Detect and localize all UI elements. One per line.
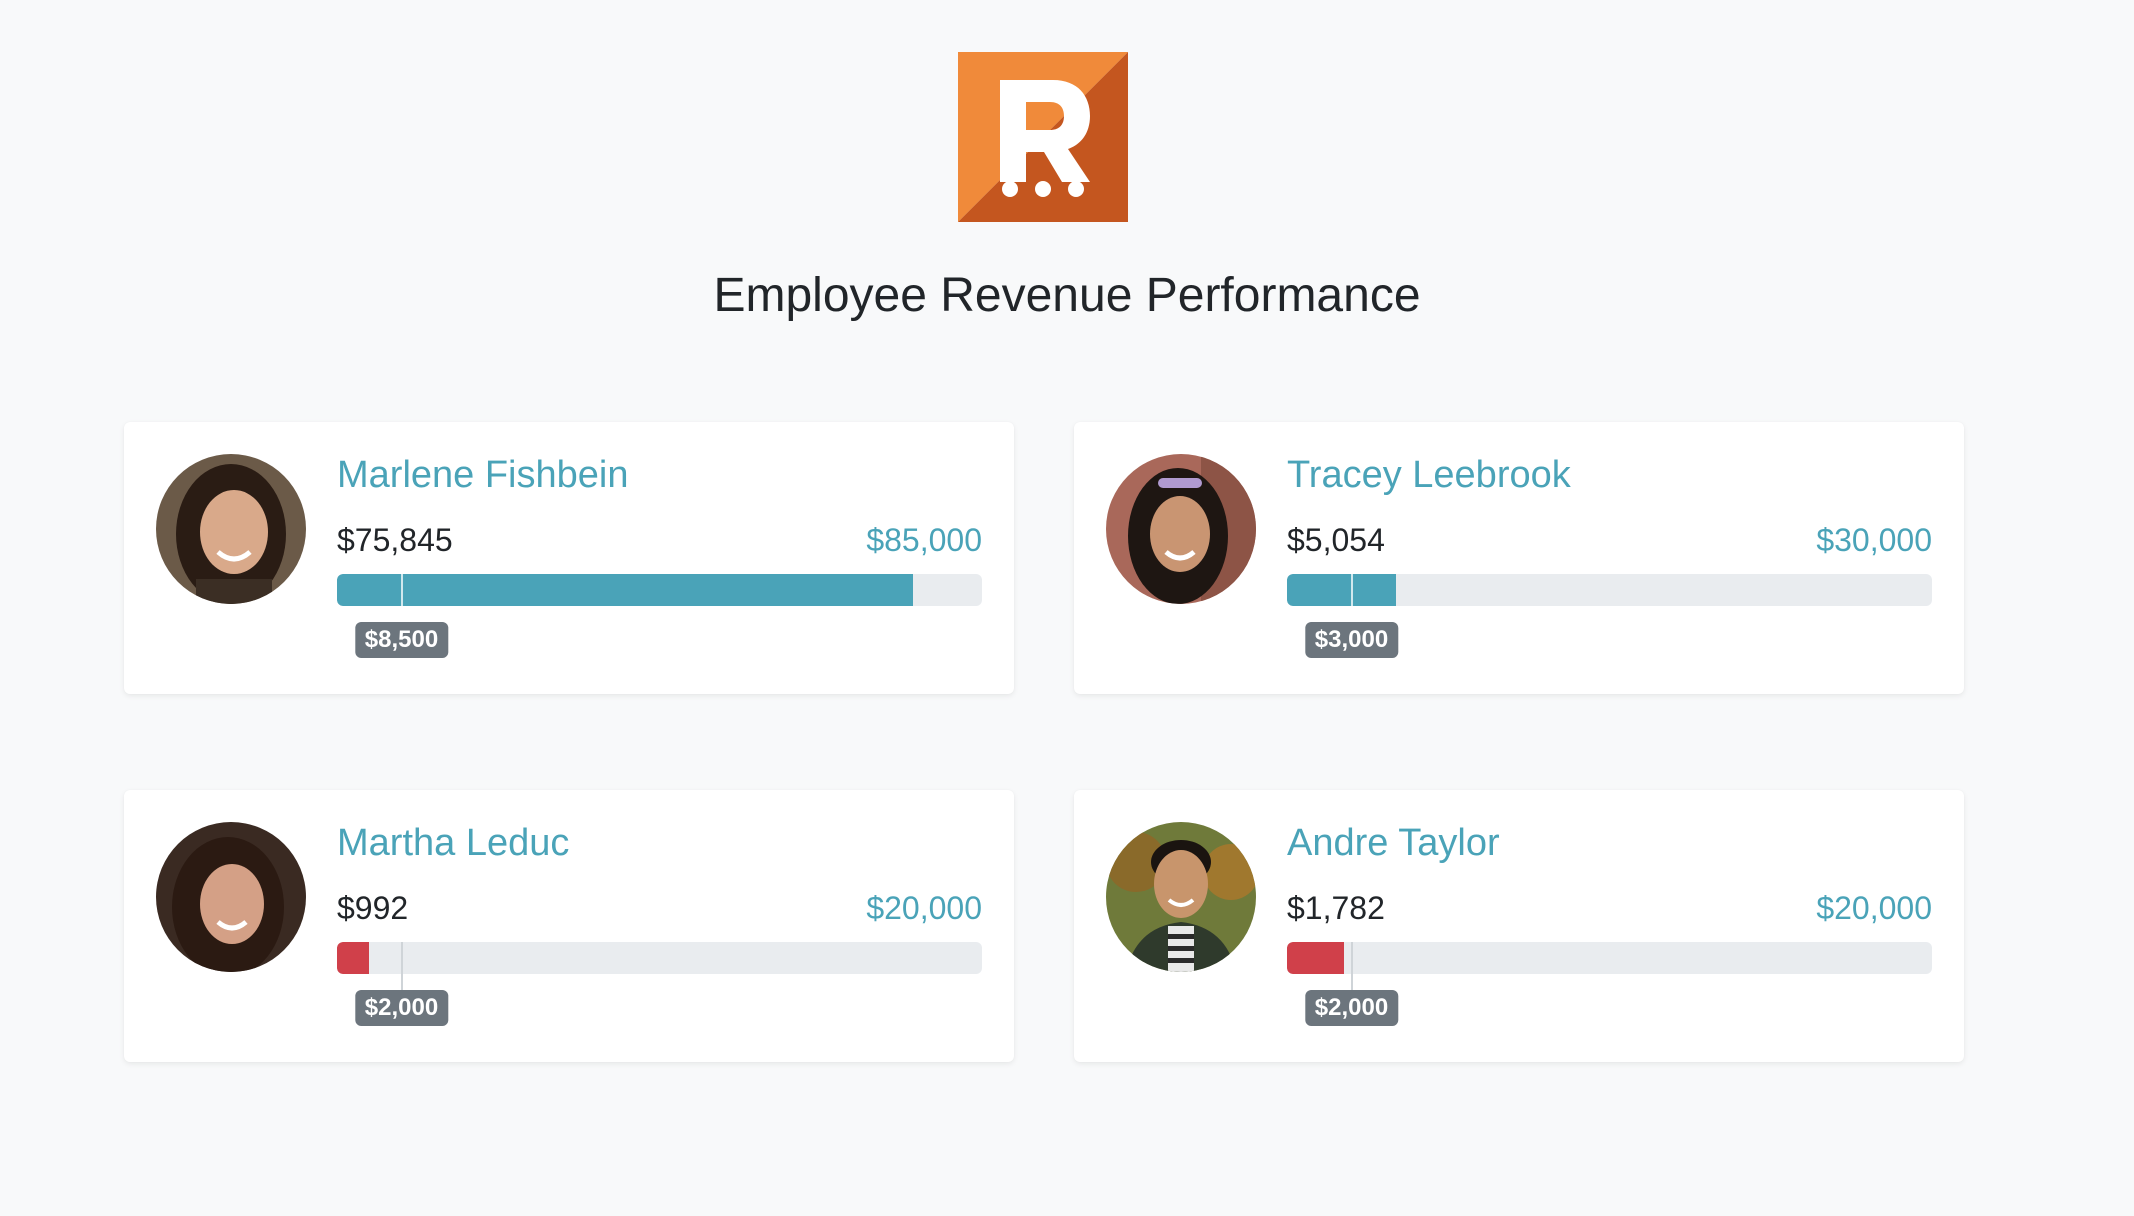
page-title: Employee Revenue Performance	[713, 269, 1421, 322]
marker-line	[1350, 574, 1353, 628]
avatar	[156, 454, 306, 604]
current-revenue: $5,054	[1287, 522, 1385, 558]
avatar	[156, 822, 306, 972]
avatar-photo	[1106, 454, 1256, 604]
target-revenue: $20,000	[1816, 890, 1932, 926]
progress-fill	[337, 942, 369, 974]
marker-badge: $2,000	[354, 990, 449, 1026]
progress-fill	[1287, 574, 1396, 606]
marker-line	[400, 942, 403, 996]
avatar-photo	[1106, 822, 1256, 972]
company-logo	[958, 52, 1128, 222]
progress-fill	[337, 574, 913, 606]
marker-line	[400, 574, 403, 628]
employee-name[interactable]: Martha Leduc	[337, 822, 569, 865]
employee-card: Marlene Fishbein $75,845 $85,000 $8,500	[124, 422, 1014, 694]
progress-bar	[337, 942, 982, 974]
r-logo-icon	[958, 52, 1128, 222]
employee-grid: Marlene Fishbein $75,845 $85,000 $8,500 …	[124, 422, 1964, 1062]
progress-bar	[1287, 574, 1932, 606]
employee-name[interactable]: Marlene Fishbein	[337, 454, 628, 497]
employee-name[interactable]: Tracey Leebrook	[1287, 454, 1571, 497]
employee-card: Andre Taylor $1,782 $20,000 $2,000	[1074, 790, 1964, 1062]
progress-fill	[1287, 942, 1345, 974]
target-revenue: $85,000	[866, 522, 982, 558]
current-revenue: $1,782	[1287, 890, 1385, 926]
employee-name[interactable]: Andre Taylor	[1287, 822, 1500, 865]
progress-bar	[337, 574, 982, 606]
avatar-photo	[156, 454, 306, 604]
target-revenue: $30,000	[1816, 522, 1932, 558]
employee-card: Martha Leduc $992 $20,000 $2,000	[124, 790, 1014, 1062]
marker-line	[1350, 942, 1353, 996]
current-revenue: $75,845	[337, 522, 453, 558]
avatar	[1106, 822, 1256, 972]
current-revenue: $992	[337, 890, 409, 926]
avatar-photo	[156, 822, 306, 972]
progress-bar	[1287, 942, 1932, 974]
marker-badge: $8,500	[354, 622, 449, 658]
employee-card: Tracey Leebrook $5,054 $30,000 $3,000	[1074, 422, 1964, 694]
marker-badge: $2,000	[1304, 990, 1399, 1026]
avatar	[1106, 454, 1256, 604]
target-revenue: $20,000	[866, 890, 982, 926]
marker-badge: $3,000	[1304, 622, 1399, 658]
